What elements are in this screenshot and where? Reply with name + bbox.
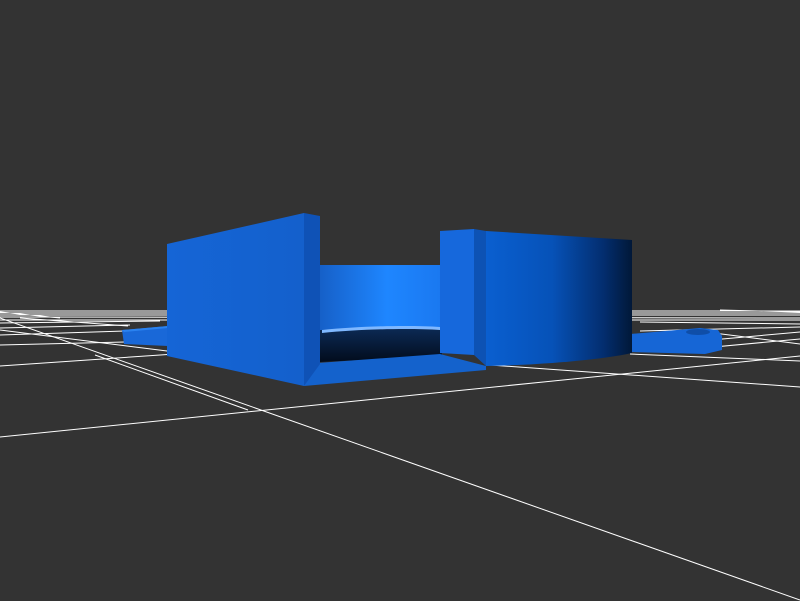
grid-line [0,324,131,329]
grid-line [639,321,800,325]
grid-line [0,353,176,367]
inner-back-wall [320,265,442,330]
3d-model[interactable] [122,213,722,386]
grid-line [489,364,800,388]
gap-pillar-right-side [474,229,486,366]
grid-line [0,330,126,336]
scene-canvas[interactable] [0,0,800,601]
3d-viewport[interactable] [0,0,800,601]
front-wall-left-edge [304,213,320,386]
grid-line [639,326,800,332]
gap-pillar-right [440,229,474,355]
front-wall-left [167,213,304,386]
mounting-hole-right [686,329,710,335]
grid-line [629,353,800,362]
cylinder-wall-right [486,231,632,366]
